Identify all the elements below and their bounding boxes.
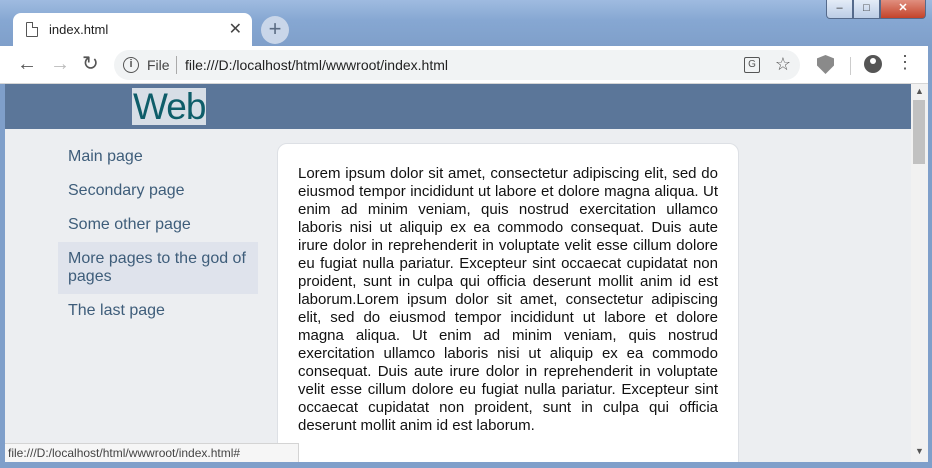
account-icon[interactable] bbox=[864, 55, 882, 73]
new-tab-button[interactable]: + bbox=[261, 16, 289, 44]
site-header: Web bbox=[5, 84, 911, 129]
shield-extension-icon[interactable] bbox=[817, 55, 834, 74]
omnibox-divider bbox=[176, 56, 177, 74]
scroll-thumb[interactable] bbox=[913, 100, 925, 164]
content-card: Lorem ipsum dolor sit amet, consectetur … bbox=[277, 143, 739, 462]
address-bar[interactable]: i File file:///D:/localhost/html/wwwroot… bbox=[114, 50, 800, 80]
page-viewport: Web Main page Secondary page Some other … bbox=[5, 84, 911, 462]
back-button[interactable]: ← bbox=[17, 54, 37, 74]
scroll-down-arrow-icon[interactable]: ▼ bbox=[911, 446, 928, 460]
scheme-label: File bbox=[147, 57, 170, 73]
nav-link-some-other-page[interactable]: Some other page bbox=[58, 208, 258, 242]
close-tab-icon[interactable]: ✕ bbox=[229, 19, 242, 39]
url-text[interactable]: file:///D:/localhost/html/wwwroot/index.… bbox=[185, 57, 448, 73]
window-controls: ‒ □ ✕ bbox=[826, 0, 926, 19]
content-paragraph: Lorem ipsum dolor sit amet, consectetur … bbox=[298, 165, 718, 434]
browser-tab[interactable]: index.html ✕ bbox=[13, 13, 252, 47]
nav-link-main-page[interactable]: Main page bbox=[58, 140, 258, 174]
maximize-button[interactable]: □ bbox=[853, 0, 880, 19]
site-sidebar-nav: Main page Secondary page Some other page… bbox=[58, 140, 258, 328]
window-frame-bottom bbox=[0, 462, 932, 468]
nav-link-secondary-page[interactable]: Secondary page bbox=[58, 174, 258, 208]
scroll-up-arrow-icon[interactable]: ▲ bbox=[911, 86, 928, 100]
site-logo[interactable]: Web bbox=[132, 88, 206, 125]
bookmark-star-icon[interactable]: ☆ bbox=[775, 54, 791, 75]
kebab-menu-icon[interactable]: ⋮ bbox=[896, 53, 914, 71]
document-icon bbox=[26, 22, 38, 37]
forward-button[interactable]: → bbox=[50, 54, 70, 74]
nav-link-more-pages[interactable]: More pages to the god of pages bbox=[58, 242, 258, 294]
toolbar-divider bbox=[850, 57, 851, 75]
close-window-button[interactable]: ✕ bbox=[880, 0, 926, 19]
info-icon[interactable]: i bbox=[123, 57, 139, 73]
translate-icon[interactable]: G bbox=[744, 57, 760, 73]
window-frame-right bbox=[928, 46, 932, 468]
nav-link-last-page[interactable]: The last page bbox=[58, 294, 258, 328]
reload-button[interactable]: ↻ bbox=[82, 54, 99, 74]
tab-title: index.html bbox=[49, 22, 109, 37]
browser-toolbar: ← → ↻ i File file:///D:/localhost/html/w… bbox=[0, 46, 932, 84]
page-scrollbar[interactable]: ▲ ▼ bbox=[911, 84, 928, 462]
minimize-button[interactable]: ‒ bbox=[826, 0, 853, 19]
status-url-bubble: file:///D:/localhost/html/wwwroot/index.… bbox=[5, 443, 300, 462]
browser-titlebar: index.html ✕ + ‒ □ ✕ bbox=[0, 0, 932, 47]
